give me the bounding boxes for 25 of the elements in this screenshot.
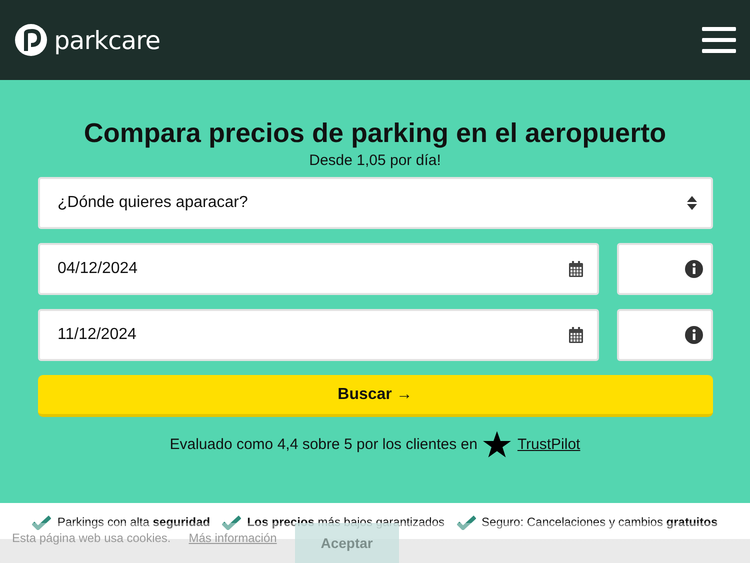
trustpilot-link[interactable]: TrustPilot xyxy=(517,436,580,453)
feature-text: Seguro: Cancelaciones y cambios gratuitos xyxy=(482,515,718,529)
sort-icon xyxy=(686,196,696,210)
calendar-icon[interactable] xyxy=(568,261,582,277)
location-select[interactable]: ¿Dónde quieres aparacar? xyxy=(38,177,712,229)
page-title: Compara precios de parking en el aeropuerto xyxy=(84,118,666,149)
date-field[interactable]: 04/12/2024 xyxy=(38,243,598,295)
cookie-text: Esta página web usa cookies. xyxy=(12,531,171,545)
star-icon xyxy=(483,431,512,458)
info-icon[interactable] xyxy=(684,260,702,278)
menu-icon[interactable] xyxy=(702,25,736,55)
search-button[interactable]: Buscar → xyxy=(38,375,712,417)
check-icon xyxy=(222,514,242,530)
logo-text: parkcare xyxy=(54,26,160,54)
info-icon[interactable] xyxy=(684,326,702,344)
time-field[interactable] xyxy=(616,309,712,361)
feature-text: Parkings con alta seguridad xyxy=(57,515,210,529)
subtitle: Desde 1,05 por día! xyxy=(309,152,441,169)
calendar-icon[interactable] xyxy=(568,327,582,343)
check-icon xyxy=(456,514,476,530)
rating-text: Evaluado como 4,4 sobre 5 por los clientes en xyxy=(170,436,478,453)
check-icon xyxy=(32,514,52,530)
logo-icon xyxy=(14,23,48,57)
time-field[interactable] xyxy=(616,243,712,295)
date-field[interactable]: 11/12/2024 xyxy=(38,309,598,361)
